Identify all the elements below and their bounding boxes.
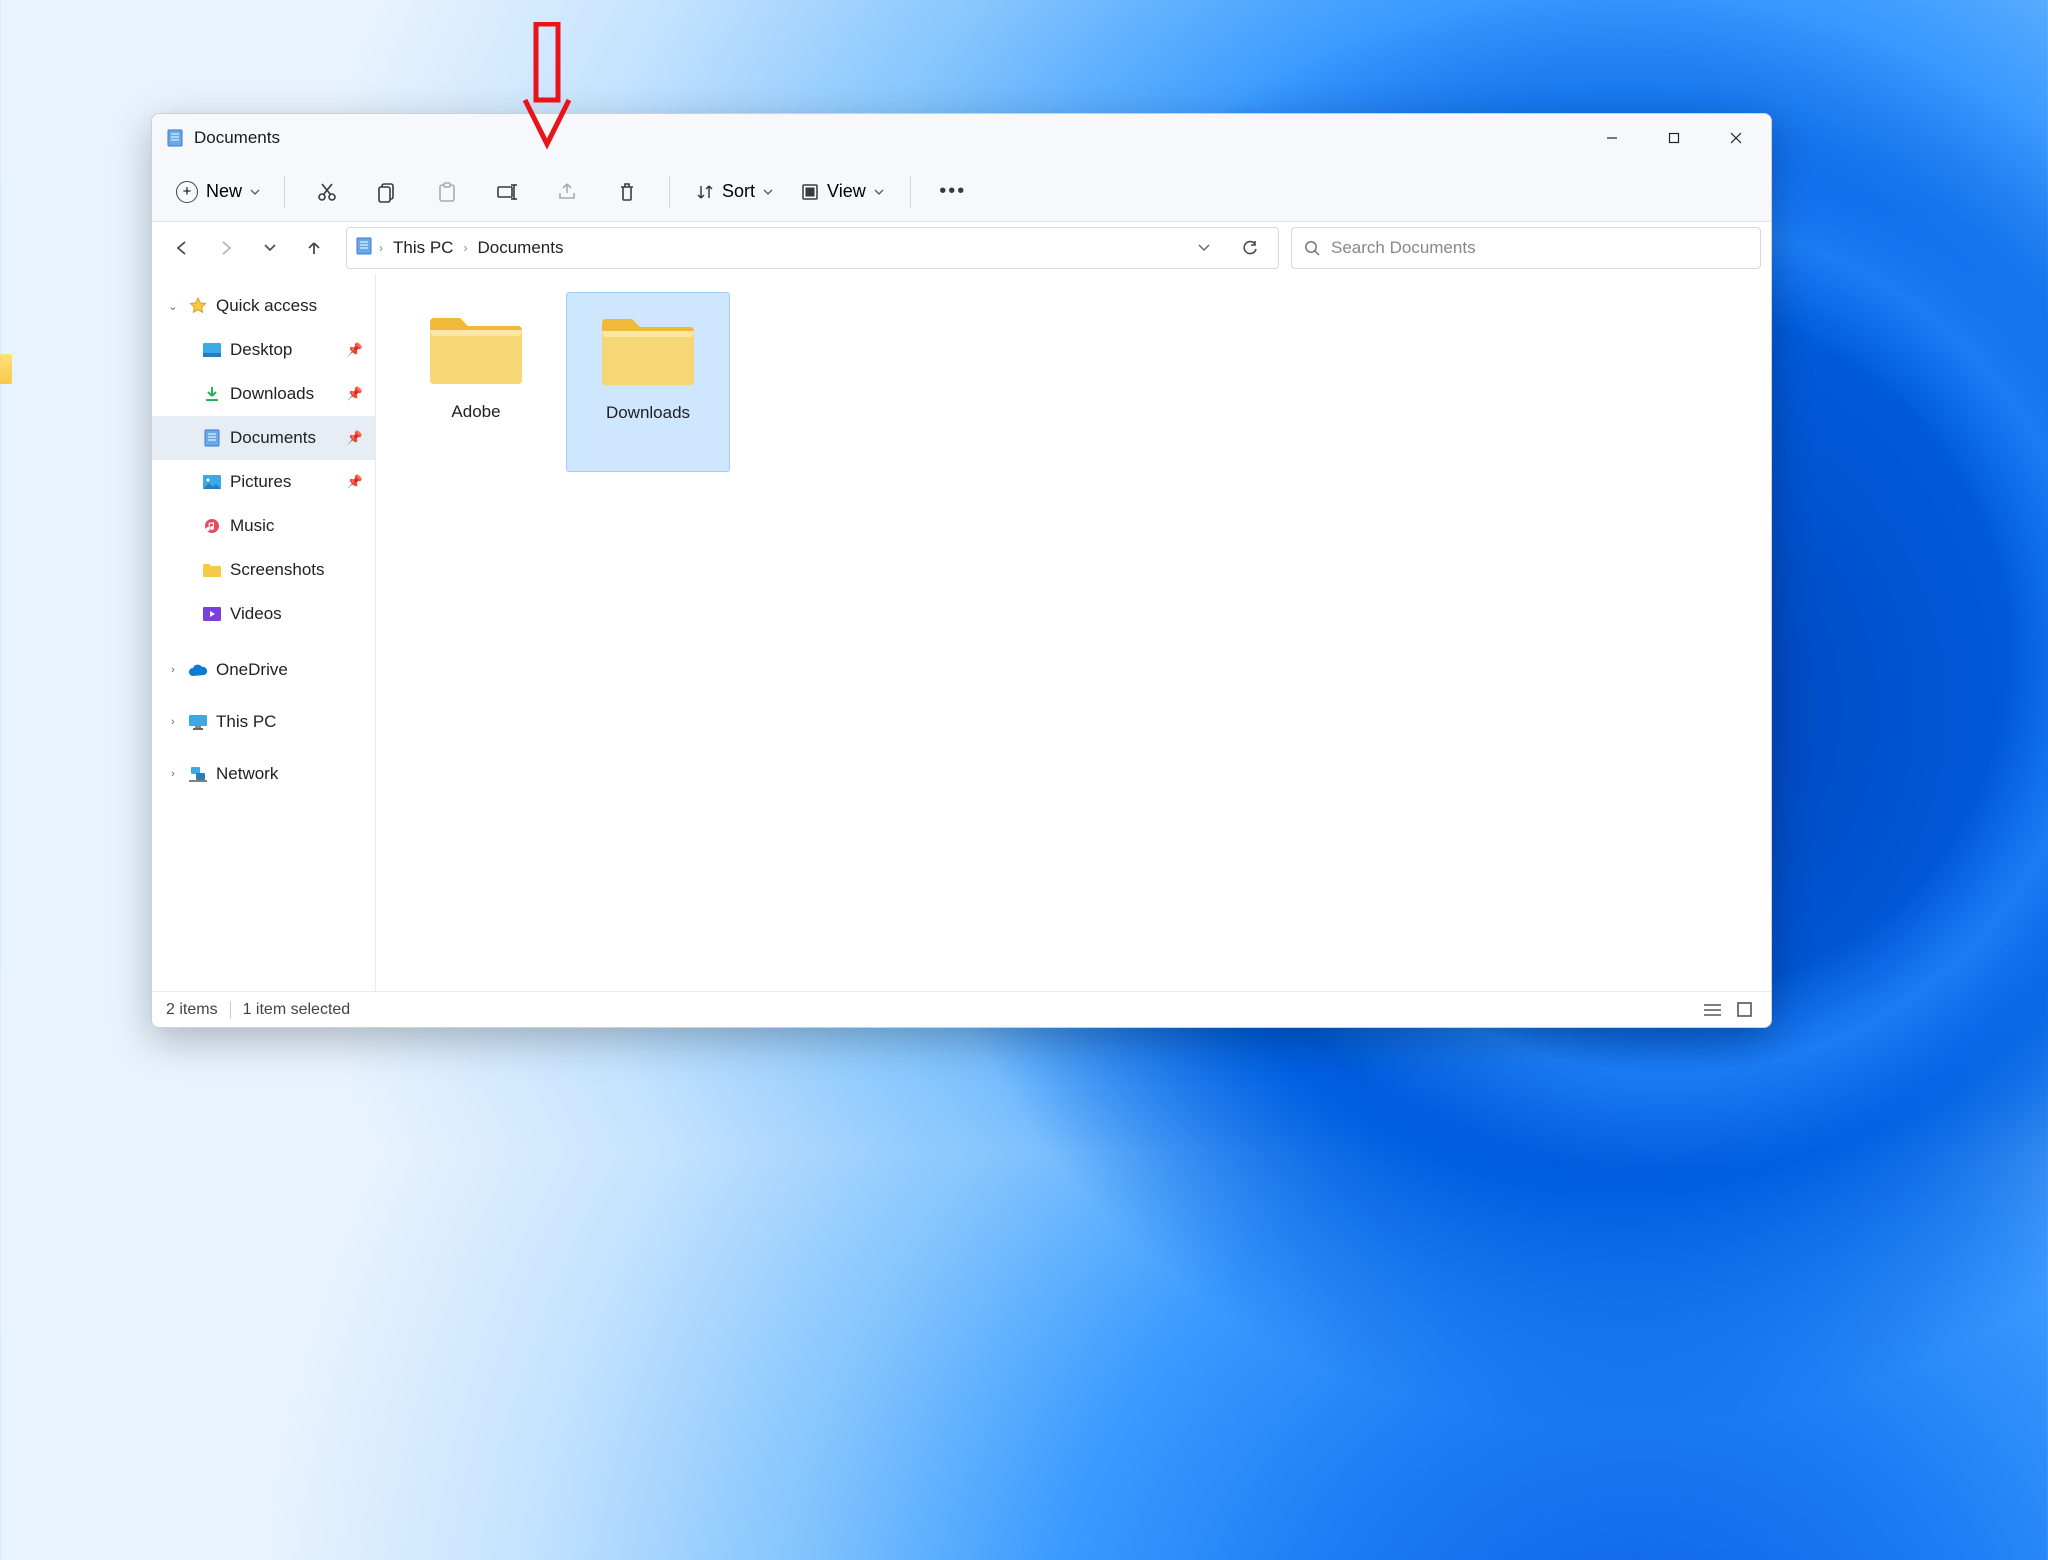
paste-button bbox=[425, 170, 469, 214]
sidebar-network[interactable]: › Network bbox=[152, 752, 375, 796]
pin-icon: 📌 bbox=[347, 474, 363, 490]
sidebar-item-music[interactable]: Music bbox=[152, 504, 375, 548]
chevron-down-icon bbox=[874, 189, 884, 195]
folder-label: Downloads bbox=[606, 403, 690, 423]
cut-button[interactable] bbox=[305, 170, 349, 214]
view-icon bbox=[801, 183, 819, 201]
address-bar[interactable]: › This PC › Documents bbox=[346, 227, 1279, 269]
chevron-right-icon: › bbox=[463, 241, 467, 255]
desktop-folder-edge bbox=[0, 354, 12, 384]
forward-button bbox=[206, 228, 246, 268]
network-icon bbox=[188, 764, 208, 784]
search-box[interactable] bbox=[1291, 227, 1761, 269]
window-title: Documents bbox=[194, 128, 280, 148]
sidebar-item-documents[interactable]: Documents 📌 bbox=[152, 416, 375, 460]
search-input[interactable] bbox=[1331, 238, 1748, 258]
chevron-down-icon bbox=[763, 189, 773, 195]
address-dropdown[interactable] bbox=[1184, 228, 1224, 268]
maximize-button[interactable] bbox=[1643, 114, 1705, 162]
pin-icon: 📌 bbox=[347, 386, 363, 402]
close-button[interactable] bbox=[1705, 114, 1767, 162]
sort-icon bbox=[696, 183, 714, 201]
chevron-down-icon: ⌄ bbox=[166, 300, 180, 313]
share-button bbox=[545, 170, 589, 214]
details-view-button[interactable] bbox=[1699, 997, 1725, 1023]
cloud-icon bbox=[188, 660, 208, 680]
pin-icon: 📌 bbox=[347, 430, 363, 446]
status-item-count: 2 items bbox=[166, 1001, 218, 1019]
minimize-button[interactable] bbox=[1581, 114, 1643, 162]
documents-icon bbox=[166, 129, 184, 147]
search-icon bbox=[1304, 240, 1321, 257]
folder-icon bbox=[598, 309, 698, 389]
sidebar-item-desktop[interactable]: Desktop 📌 bbox=[152, 328, 375, 372]
copy-button[interactable] bbox=[365, 170, 409, 214]
icons-view-button[interactable] bbox=[1731, 997, 1757, 1023]
sort-button[interactable]: Sort bbox=[686, 175, 783, 208]
folder-label: Adobe bbox=[451, 402, 500, 422]
chevron-right-icon: › bbox=[166, 716, 180, 728]
back-button[interactable] bbox=[162, 228, 202, 268]
rename-button[interactable] bbox=[485, 170, 529, 214]
sidebar: ⌄ Quick access Desktop 📌 Downloads 📌 Doc… bbox=[152, 274, 376, 991]
refresh-button[interactable] bbox=[1230, 228, 1270, 268]
star-icon bbox=[188, 296, 208, 316]
nav-row: › This PC › Documents bbox=[152, 222, 1771, 274]
download-icon bbox=[202, 384, 222, 404]
folder-icon bbox=[202, 560, 222, 580]
desktop-icon bbox=[202, 340, 222, 360]
new-button[interactable]: + New bbox=[164, 175, 272, 209]
content-area[interactable]: Adobe Downloads bbox=[376, 274, 1771, 991]
more-button[interactable]: ••• bbox=[931, 170, 975, 214]
annotation-arrow bbox=[519, 22, 575, 150]
status-bar: 2 items 1 item selected bbox=[152, 991, 1771, 1027]
folder-icon bbox=[426, 308, 526, 388]
toolbar: + New Sort View ••• bbox=[152, 162, 1771, 222]
sidebar-quick-access[interactable]: ⌄ Quick access bbox=[152, 284, 375, 328]
sidebar-item-screenshots[interactable]: Screenshots bbox=[152, 548, 375, 592]
pictures-icon bbox=[202, 472, 222, 492]
breadcrumb-this-pc[interactable]: This PC bbox=[389, 236, 457, 260]
up-button[interactable] bbox=[294, 228, 334, 268]
view-button[interactable]: View bbox=[791, 175, 894, 208]
folder-downloads[interactable]: Downloads bbox=[566, 292, 730, 472]
recent-dropdown[interactable] bbox=[250, 228, 290, 268]
chevron-right-icon: › bbox=[166, 768, 180, 780]
sidebar-item-downloads[interactable]: Downloads 📌 bbox=[152, 372, 375, 416]
sidebar-this-pc[interactable]: › This PC bbox=[152, 700, 375, 744]
sidebar-item-videos[interactable]: Videos bbox=[152, 592, 375, 636]
videos-icon bbox=[202, 604, 222, 624]
chevron-down-icon bbox=[250, 189, 260, 195]
music-icon bbox=[202, 516, 222, 536]
plus-icon: + bbox=[176, 181, 198, 203]
sidebar-item-pictures[interactable]: Pictures 📌 bbox=[152, 460, 375, 504]
chevron-right-icon: › bbox=[379, 241, 383, 255]
breadcrumb-documents[interactable]: Documents bbox=[473, 236, 567, 260]
documents-icon bbox=[355, 237, 373, 260]
status-selected-count: 1 item selected bbox=[243, 1001, 351, 1019]
sidebar-onedrive[interactable]: › OneDrive bbox=[152, 648, 375, 692]
titlebar: Documents bbox=[152, 114, 1771, 162]
new-label: New bbox=[206, 181, 242, 202]
pin-icon: 📌 bbox=[347, 342, 363, 358]
documents-icon bbox=[202, 428, 222, 448]
folder-adobe[interactable]: Adobe bbox=[394, 292, 558, 472]
file-explorer-window: Documents + New Sort View ••• bbox=[151, 113, 1772, 1028]
delete-button[interactable] bbox=[605, 170, 649, 214]
chevron-right-icon: › bbox=[166, 664, 180, 676]
monitor-icon bbox=[188, 712, 208, 732]
